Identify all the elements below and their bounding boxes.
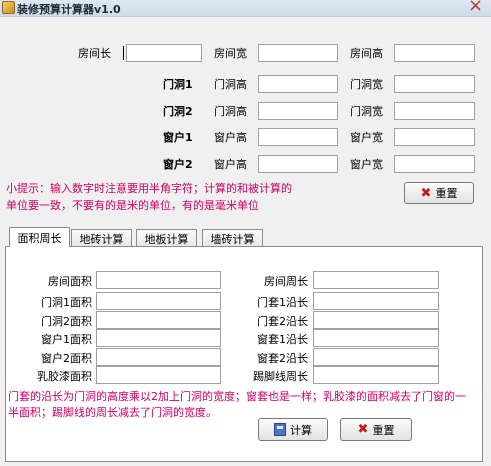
calculate-button-label: 计算: [290, 423, 312, 437]
door-frame2-length-output[interactable]: [313, 311, 439, 329]
door-frame1-length-output[interactable]: [313, 292, 439, 310]
calculator-icon: [274, 423, 286, 436]
door1-height-input[interactable]: [258, 75, 338, 93]
hint-line-2: 单位要一致，不要有的是米的单位，有的是毫米单位: [6, 199, 259, 212]
window2-width-input[interactable]: [394, 155, 475, 173]
tab-area-perimeter[interactable]: 面积周长: [9, 227, 70, 247]
window-frame1-length-label: 窗套1沿长: [257, 333, 308, 346]
window2-height-input[interactable]: [258, 155, 338, 173]
tab-wall-tile[interactable]: 墙砖计算: [202, 229, 263, 247]
window1-width-label: 窗户宽: [350, 131, 383, 144]
door-frame2-length-label: 门套2沿长: [257, 315, 308, 328]
room-area-output[interactable]: [96, 271, 221, 289]
tab-floor-tile[interactable]: 地砖计算: [71, 229, 132, 247]
door1-height-label: 门洞高: [214, 78, 247, 91]
reset-button-bottom-label: 重置: [372, 423, 395, 437]
window-frame2-length-label: 窗套2沿长: [257, 352, 308, 365]
reset-button-top-label: 重置: [435, 187, 458, 200]
window2-height-label: 窗户高: [214, 158, 247, 171]
room-height-label: 房间高: [350, 47, 383, 60]
window-title: 装修预算计算器v1.0: [17, 3, 121, 16]
window2-width-label: 窗户宽: [350, 158, 383, 171]
close-icon[interactable]: ×: [468, 0, 483, 15]
room-width-input[interactable]: [258, 44, 338, 62]
door1-label: 门洞1: [163, 78, 193, 91]
window1-label: 窗户1: [163, 131, 193, 144]
door2-height-label: 门洞高: [214, 105, 247, 118]
room-length-label: 房间长: [78, 47, 111, 60]
app-icon: [2, 1, 15, 14]
hint-line-1: 小提示：输入数字时注意要用半角字符；计算的和被计算的: [6, 182, 292, 195]
latex-paint-area-label: 乳胶漆面积: [37, 370, 92, 383]
window-frame1-length-output[interactable]: [313, 329, 439, 347]
room-perimeter-label: 房间周长: [264, 275, 308, 288]
skirting-perimeter-output[interactable]: [313, 366, 439, 384]
window1-area-output[interactable]: [96, 329, 221, 347]
window1-height-label: 窗户高: [214, 131, 247, 144]
skirting-perimeter-label: 踢脚线周长: [253, 370, 308, 383]
door2-label: 门洞2: [163, 105, 193, 118]
text-cursor: [123, 46, 124, 60]
window2-area-output[interactable]: [96, 348, 221, 366]
room-height-input[interactable]: [394, 44, 475, 62]
door1-area-label: 门洞1面积: [41, 296, 92, 309]
window1-area-label: 窗户1面积: [41, 333, 92, 346]
door1-width-input[interactable]: [394, 75, 475, 93]
latex-paint-area-output[interactable]: [96, 366, 221, 384]
note-line-1: 门套的沿长为门洞的高度乘以2加上门洞的宽度；窗套也是一样；乳胶漆的面积减去了门窗…: [8, 390, 466, 403]
calculate-button[interactable]: 计算: [258, 418, 328, 441]
reset-x-icon: ✖: [420, 185, 432, 201]
door1-width-label: 门洞宽: [350, 78, 383, 91]
room-perimeter-output[interactable]: [313, 271, 439, 289]
room-area-label: 房间面积: [48, 275, 92, 288]
room-width-label: 房间宽: [214, 47, 247, 60]
door2-area-label: 门洞2面积: [41, 315, 92, 328]
window1-width-input[interactable]: [394, 128, 475, 146]
door2-width-input[interactable]: [394, 102, 475, 120]
door2-area-output[interactable]: [96, 311, 221, 329]
door2-width-label: 门洞宽: [350, 105, 383, 118]
door1-area-output[interactable]: [96, 292, 221, 310]
window1-height-input[interactable]: [258, 128, 338, 146]
tab-wood-floor[interactable]: 地板计算: [136, 229, 197, 247]
door2-height-input[interactable]: [258, 102, 338, 120]
window2-label: 窗户2: [163, 158, 193, 171]
reset-button-bottom[interactable]: ✖ 重置: [340, 418, 412, 441]
reset-button-top[interactable]: ✖ 重置: [404, 182, 474, 204]
note-line-2: 半面积；踢脚线的周长减去了门洞的宽度。: [8, 406, 217, 419]
reset-x-icon: ✖: [357, 422, 369, 437]
room-length-input[interactable]: [126, 44, 202, 62]
door-frame1-length-label: 门套1沿长: [257, 296, 308, 309]
window-frame2-length-output[interactable]: [313, 348, 439, 366]
window2-area-label: 窗户2面积: [41, 352, 92, 365]
